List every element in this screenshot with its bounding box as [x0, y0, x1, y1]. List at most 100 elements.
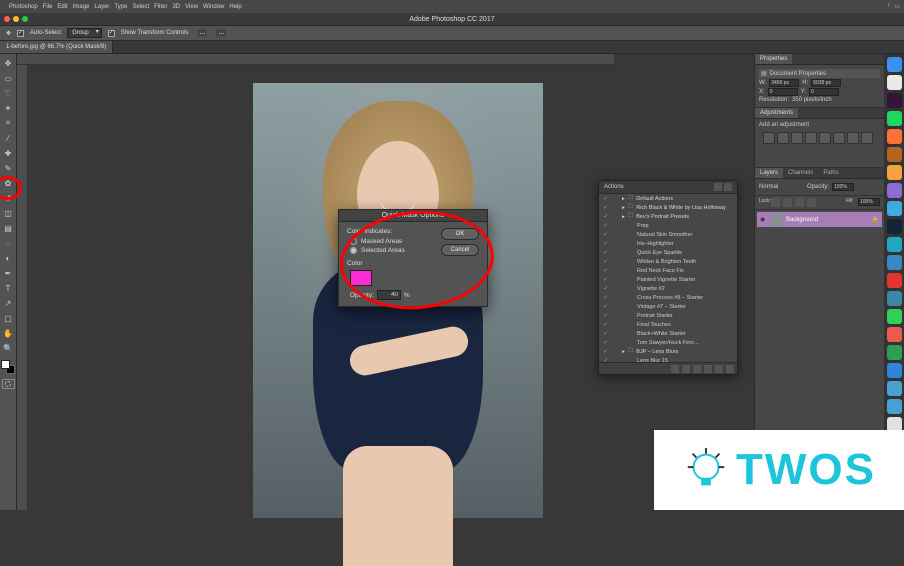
check-icon[interactable]: ✓: [602, 268, 609, 274]
disclosure-icon[interactable]: ▸: [622, 349, 625, 355]
marquee-tool[interactable]: ▭: [1, 71, 15, 85]
dock-app-folder2[interactable]: [887, 399, 902, 414]
prop-y-value[interactable]: 0: [809, 88, 839, 96]
check-icon[interactable]: ✓: [602, 322, 609, 328]
prop-h-value[interactable]: 5038 px: [811, 79, 841, 87]
lock-brush-icon[interactable]: [783, 198, 792, 207]
adj-hue-icon[interactable]: [833, 132, 845, 144]
action-record-icon[interactable]: [682, 365, 690, 373]
action-set[interactable]: ✓▸🗀BJP – Lens Blurs: [599, 347, 737, 356]
dock-app-illustrator[interactable]: [887, 165, 902, 180]
ok-button[interactable]: OK: [441, 228, 479, 240]
visibility-icon[interactable]: ◉: [760, 216, 768, 224]
window-minimize-button[interactable]: [13, 16, 19, 22]
panel-menu-icon[interactable]: [724, 183, 732, 191]
check-icon[interactable]: ✓: [602, 241, 609, 247]
tab-adjustments[interactable]: Adjustments: [755, 108, 798, 118]
action-item[interactable]: ✓Whiten & Brighten Teeth: [599, 257, 737, 266]
menu-filter[interactable]: Filter: [154, 4, 167, 10]
dodge-tool[interactable]: ◐: [1, 251, 15, 265]
crop-tool[interactable]: ⌗: [1, 116, 15, 130]
check-icon[interactable]: ✓: [602, 286, 609, 292]
active-tool-icon[interactable]: ✥: [6, 30, 11, 37]
gradient-tool[interactable]: ▤: [1, 221, 15, 235]
action-item[interactable]: ✓Painted Vignette Starter: [599, 275, 737, 284]
prop-w-value[interactable]: 3456 px: [769, 79, 799, 87]
adj-bw-icon[interactable]: [847, 132, 859, 144]
action-item[interactable]: ✓Vignette #2: [599, 284, 737, 293]
menu-file[interactable]: File: [43, 4, 53, 10]
actions-panel[interactable]: Actions ✓▸🗀Default Actions✓▸🗀Rich Black …: [598, 180, 738, 375]
check-icon[interactable]: ✓: [602, 358, 609, 363]
dock-app-messages[interactable]: [887, 309, 902, 324]
shape-tool[interactable]: ▢: [1, 311, 15, 325]
menu-layer[interactable]: Layer: [94, 4, 109, 10]
check-icon[interactable]: ✓: [602, 313, 609, 319]
pen-tool[interactable]: ✒: [1, 266, 15, 280]
quick-mask-options-dialog[interactable]: Quick Mask Options OK Cancel Color Indic…: [338, 209, 488, 307]
disclosure-icon[interactable]: ▸: [622, 214, 625, 220]
dock-app-lightroom[interactable]: [887, 201, 902, 216]
dock-app-keynote[interactable]: [887, 147, 902, 162]
layer-opacity-value[interactable]: 100%: [832, 183, 854, 191]
align-controls[interactable]: [197, 29, 207, 37]
disclosure-icon[interactable]: ▸: [622, 205, 625, 211]
menu-select[interactable]: Select: [132, 4, 149, 10]
action-item[interactable]: ✓Natural Skin Smoother: [599, 230, 737, 239]
menu-window[interactable]: Window: [203, 4, 224, 10]
action-item[interactable]: ✓Iris–Highlighter: [599, 239, 737, 248]
dock-app-slack[interactable]: [887, 93, 902, 108]
action-new-icon[interactable]: [715, 365, 723, 373]
quick-mask-mode-button[interactable]: [2, 379, 15, 389]
dock-app-calendar[interactable]: [887, 327, 902, 342]
dock-app-acrobat[interactable]: [887, 273, 902, 288]
dock-app-safari[interactable]: [887, 363, 902, 378]
dock-app-audition[interactable]: [887, 219, 902, 234]
dock-app-finder[interactable]: [887, 57, 902, 72]
blur-tool[interactable]: ◌: [1, 236, 15, 250]
window-zoom-button[interactable]: [22, 16, 28, 22]
check-icon[interactable]: ✓: [602, 250, 609, 256]
color-swatches[interactable]: [1, 360, 15, 374]
menu-3d[interactable]: 3D: [172, 4, 180, 10]
action-new-set-icon[interactable]: [704, 365, 712, 373]
dock-app-chrome[interactable]: [887, 75, 902, 90]
tab-properties[interactable]: Properties: [755, 54, 792, 64]
action-item[interactable]: ✓Tom Sawyer/Huck Finn…: [599, 338, 737, 347]
blend-mode-select[interactable]: Normal: [759, 184, 804, 190]
action-item[interactable]: ✓Red Neck Face Fix: [599, 266, 737, 275]
layer-background[interactable]: ◉ Background 🔒: [757, 212, 882, 227]
adj-curves-icon[interactable]: [791, 132, 803, 144]
brush-tool[interactable]: ✎: [1, 161, 15, 175]
menu-photoshop[interactable]: Photoshop: [9, 4, 38, 10]
adj-levels-icon[interactable]: [777, 132, 789, 144]
auto-select-checkbox[interactable]: [17, 30, 24, 37]
menu-image[interactable]: Image: [73, 4, 90, 10]
lock-all-icon[interactable]: [807, 198, 816, 207]
lasso-tool[interactable]: ➰: [1, 86, 15, 100]
check-icon[interactable]: ✓: [602, 277, 609, 283]
adj-brightness-icon[interactable]: [763, 132, 775, 144]
action-set[interactable]: ✓▸🗀Rich Black & White by Lisa Holloway: [599, 203, 737, 212]
adj-exposure-icon[interactable]: [805, 132, 817, 144]
cancel-button[interactable]: Cancel: [441, 244, 479, 256]
dock-app-bridge[interactable]: [887, 255, 902, 270]
dock-app-dreamweaver[interactable]: [887, 291, 902, 306]
layer-thumbnail[interactable]: [771, 214, 783, 226]
check-icon[interactable]: ✓: [602, 340, 609, 346]
type-tool[interactable]: T: [1, 281, 15, 295]
dock-app-spotify[interactable]: [887, 111, 902, 126]
lock-position-icon[interactable]: [795, 198, 804, 207]
dock-app-premiere[interactable]: [887, 183, 902, 198]
hand-tool[interactable]: ✋: [1, 326, 15, 340]
check-icon[interactable]: ✓: [602, 304, 609, 310]
check-icon[interactable]: ✓: [602, 349, 609, 355]
action-item[interactable]: ✓Cross Process #8 – Starter: [599, 293, 737, 302]
action-item[interactable]: ✓Portrait Starter: [599, 311, 737, 320]
action-item[interactable]: ✓Final Touches: [599, 320, 737, 329]
auto-select-mode-select[interactable]: Group: [67, 28, 102, 38]
quick-select-tool[interactable]: ✶: [1, 101, 15, 115]
radio-masked-icon[interactable]: [350, 238, 357, 245]
action-play-icon[interactable]: [693, 365, 701, 373]
document-tab[interactable]: 1-before.jpg @ 66.7% (Quick Mask/8): [0, 41, 113, 53]
